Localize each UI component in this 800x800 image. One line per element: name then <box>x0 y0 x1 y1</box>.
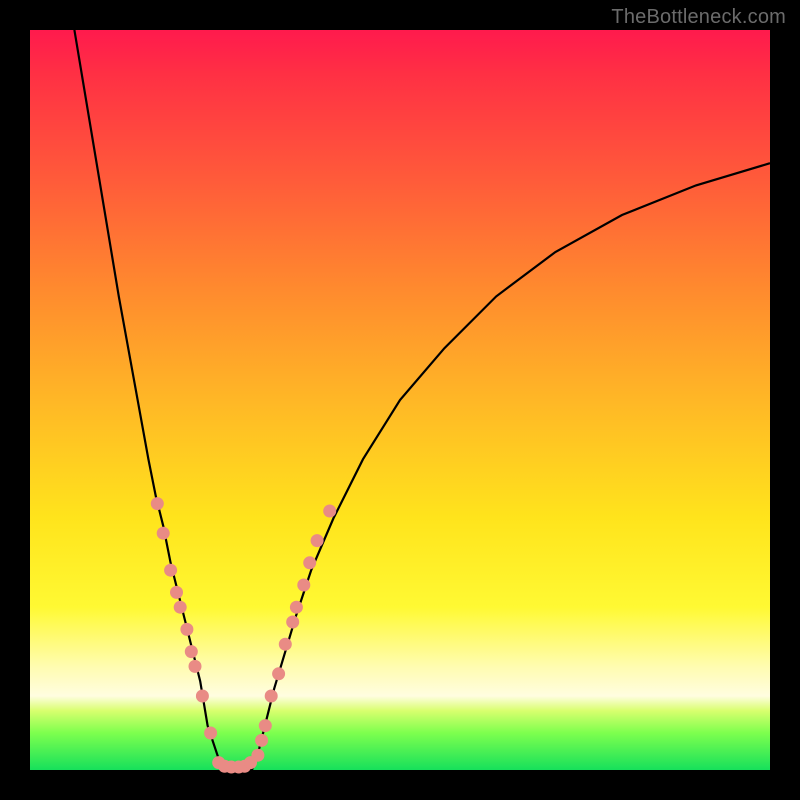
data-point-left <box>174 601 187 614</box>
data-point-right <box>255 734 268 747</box>
data-point-bottom <box>244 756 257 769</box>
data-point-left <box>151 497 164 510</box>
data-point-right <box>290 601 303 614</box>
data-point-left <box>189 660 202 673</box>
data-point-right <box>272 667 285 680</box>
watermark-text: TheBottleneck.com <box>611 6 786 29</box>
data-point-right <box>297 579 310 592</box>
data-point-right <box>265 690 278 703</box>
bottleneck-curve-right <box>252 163 770 770</box>
data-point-left <box>180 623 193 636</box>
data-point-right <box>311 534 324 547</box>
bottleneck-curve-left <box>74 30 222 770</box>
data-point-right <box>303 556 316 569</box>
chart-svg <box>30 30 770 770</box>
data-point-left <box>196 690 209 703</box>
dots-group <box>151 497 336 773</box>
data-point-left <box>204 727 217 740</box>
data-point-right <box>286 616 299 629</box>
data-point-right <box>259 719 272 732</box>
data-point-right <box>323 505 336 518</box>
curve-group <box>74 30 770 770</box>
data-point-left <box>157 527 170 540</box>
data-point-right <box>279 638 292 651</box>
data-point-left <box>164 564 177 577</box>
data-point-left <box>185 645 198 658</box>
data-point-left <box>170 586 183 599</box>
chart-plot-area <box>30 30 770 770</box>
